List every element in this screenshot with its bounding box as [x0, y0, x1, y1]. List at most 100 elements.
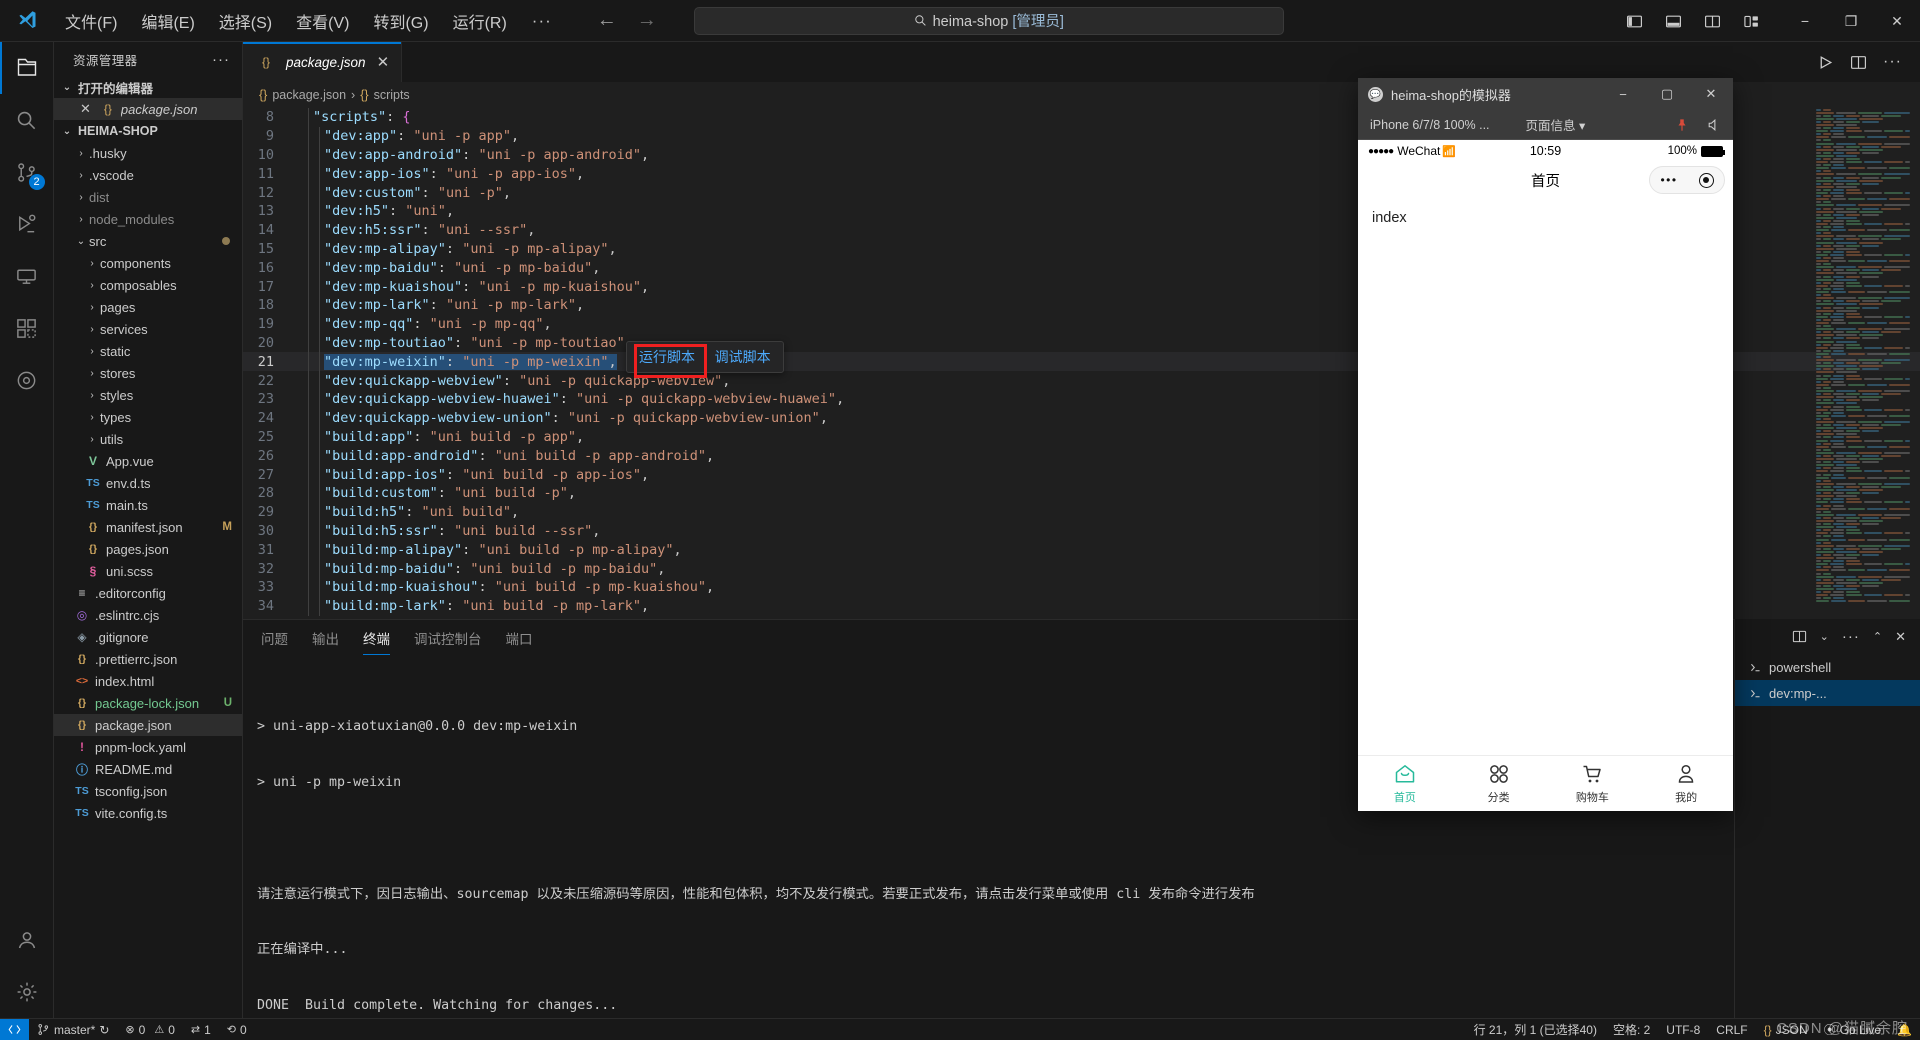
eol-status[interactable]: CRLF — [1708, 1019, 1755, 1040]
chevron-down-icon[interactable]: ⌄ — [1820, 630, 1829, 643]
go-live-status[interactable]: ⦿ Go Live — [1816, 1019, 1889, 1040]
tab-close-icon[interactable]: ✕ — [377, 53, 390, 71]
file-tree-row[interactable]: › styles — [54, 384, 242, 406]
menu-edit[interactable]: 编辑(E) — [130, 5, 205, 37]
indentation-status[interactable]: 空格: 2 — [1605, 1019, 1658, 1040]
settings-gear-icon[interactable] — [0, 966, 54, 1018]
breadcrumb-scripts[interactable]: scripts — [374, 88, 410, 102]
file-tree-row[interactable]: ⓘ README.md — [54, 758, 242, 780]
pin-icon[interactable] — [1675, 118, 1689, 132]
simulator-screen[interactable]: ●●●●● WeChat 📶 10:59 100% 首页 ••• index 首… — [1358, 140, 1733, 811]
file-tree-row[interactable]: › components — [54, 252, 242, 274]
run-icon[interactable] — [1817, 54, 1834, 71]
ports-status[interactable]: ⇄ 1 — [183, 1019, 219, 1040]
file-tree-row[interactable]: › dist — [54, 186, 242, 208]
file-tree-row[interactable]: › services — [54, 318, 242, 340]
problems-status[interactable]: ⊗ 0 ⚠ 0 — [117, 1019, 182, 1040]
file-tree-row[interactable]: TS tsconfig.json — [54, 780, 242, 802]
file-tree-row[interactable]: TS vite.config.ts — [54, 802, 242, 824]
tab-package-json[interactable]: {} package.json ✕ — [243, 42, 403, 82]
file-tree-row[interactable]: › pages — [54, 296, 242, 318]
sidebar-item-extensions[interactable] — [0, 302, 54, 354]
more-icon[interactable]: ··· — [1842, 628, 1860, 645]
tab-output[interactable]: 输出 — [312, 620, 339, 655]
sidebar-item-source-control[interactable]: 2 — [0, 146, 54, 198]
project-section[interactable]: ⌄ HEIMA-SHOP — [54, 120, 242, 142]
maximize-panel-icon[interactable]: ⌃ — [1873, 630, 1882, 643]
cursor-position[interactable]: 行 21，列 1 (已选择40) — [1466, 1019, 1605, 1040]
toggle-primary-sidebar-icon[interactable] — [1619, 7, 1649, 35]
menu-file[interactable]: 文件(F) — [54, 5, 128, 37]
file-tree-row[interactable]: › types — [54, 406, 242, 428]
breadcrumb-file[interactable]: package.json — [272, 88, 346, 102]
sync-icon[interactable]: ↻ — [99, 1023, 109, 1037]
forward-arrow-icon[interactable]: → — [636, 9, 658, 32]
capsule-close-icon[interactable] — [1698, 172, 1714, 188]
file-tree-row[interactable]: TS main.ts — [54, 494, 242, 516]
tab-ports[interactable]: 端口 — [506, 620, 533, 655]
codelens-debug-script[interactable]: 调试脚本 — [715, 347, 771, 367]
simulator-window[interactable]: 💬 heima-shop的模拟器 − ▢ ✕ iPhone 6/7/8 100%… — [1358, 78, 1733, 811]
close-button[interactable]: ✕ — [1874, 0, 1920, 42]
toggle-secondary-sidebar-icon[interactable] — [1697, 7, 1727, 35]
sidebar-item-remote-explorer[interactable] — [0, 250, 54, 302]
tab-terminal[interactable]: 终端 — [363, 620, 390, 655]
tab-debug-console[interactable]: 调试控制台 — [414, 620, 482, 655]
explorer-more-button[interactable]: ··· — [212, 51, 230, 68]
phone-tab-cart[interactable]: 购物车 — [1546, 762, 1640, 805]
file-tree-row[interactable]: {} package-lock.json U — [54, 692, 242, 714]
file-tree-row[interactable]: › utils — [54, 428, 242, 450]
minimap[interactable] — [1810, 108, 1910, 619]
file-tree-row[interactable]: V App.vue — [54, 450, 242, 472]
file-tree-row[interactable]: {} pages.json — [54, 538, 242, 560]
menu-run[interactable]: 运行(R) — [442, 5, 518, 37]
wechat-capsule-button[interactable]: ••• — [1649, 166, 1725, 194]
radio-tower-status[interactable]: ⟲ 0 — [219, 1019, 255, 1040]
sidebar-item-search[interactable] — [0, 94, 54, 146]
file-tree-row[interactable]: ≡ .editorconfig — [54, 582, 242, 604]
sidebar-item-run-debug[interactable] — [0, 198, 54, 250]
file-tree-row[interactable]: ◎ .eslintrc.cjs — [54, 604, 242, 626]
back-arrow-icon[interactable]: ← — [596, 9, 618, 32]
menu-go[interactable]: 转到(G) — [362, 5, 439, 37]
file-tree-row[interactable]: › stores — [54, 362, 242, 384]
simulator-page-info-select[interactable]: 页面信息 ▾ — [1526, 115, 1586, 134]
file-tree-row[interactable]: ! pnpm-lock.yaml — [54, 736, 242, 758]
menu-more-button[interactable]: ··· — [520, 9, 564, 33]
menu-selection[interactable]: 选择(S) — [208, 5, 283, 37]
phone-tab-home[interactable]: 首页 — [1358, 762, 1452, 805]
file-tree-row[interactable]: ⌄ src — [54, 230, 242, 252]
language-status[interactable]: {} JSON — [1756, 1019, 1816, 1040]
sidebar-item-test[interactable] — [0, 354, 54, 406]
notifications-bell[interactable]: 🔔 — [1889, 1019, 1920, 1040]
simulator-device-select[interactable]: iPhone 6/7/8 100% ... — [1370, 118, 1490, 132]
close-icon[interactable]: ✕ — [80, 101, 91, 117]
file-tree-row[interactable]: › static — [54, 340, 242, 362]
simulator-close-button[interactable]: ✕ — [1689, 78, 1733, 110]
more-actions-icon[interactable]: ··· — [1883, 53, 1902, 71]
file-tree-row[interactable]: {} package.json — [54, 714, 242, 736]
file-tree-row[interactable]: <> index.html — [54, 670, 242, 692]
file-tree-row[interactable]: {} .prettierrc.json — [54, 648, 242, 670]
customize-layout-icon[interactable] — [1736, 7, 1766, 35]
file-tree-row[interactable]: ◈ .gitignore — [54, 626, 242, 648]
menu-bar[interactable]: 文件(F) 编辑(E) 选择(S) 查看(V) 转到(G) 运行(R) ··· — [54, 5, 564, 37]
close-panel-icon[interactable]: ✕ — [1895, 629, 1906, 645]
remote-indicator[interactable] — [0, 1018, 29, 1040]
file-tree-row[interactable]: › composables — [54, 274, 242, 296]
git-branch-status[interactable]: master* ↻ — [29, 1019, 117, 1040]
split-editor-icon[interactable] — [1850, 54, 1867, 71]
quick-open-search[interactable]: heima-shop [管理员] — [693, 6, 1284, 35]
file-tree-row[interactable]: › node_modules — [54, 208, 242, 230]
phone-tab-profile[interactable]: 我的 — [1639, 762, 1733, 805]
terminal-entry-dev-mp[interactable]: dev:mp-... — [1735, 680, 1920, 706]
simulator-maximize-button[interactable]: ▢ — [1645, 78, 1689, 110]
file-tree-row[interactable]: {} manifest.json M — [54, 516, 242, 538]
accounts-button[interactable] — [0, 914, 54, 966]
menu-view[interactable]: 查看(V) — [285, 5, 360, 37]
sidebar-item-explorer[interactable] — [0, 42, 54, 94]
file-tree-row[interactable]: § uni.scss — [54, 560, 242, 582]
split-terminal-icon[interactable] — [1792, 629, 1807, 644]
encoding-status[interactable]: UTF-8 — [1658, 1019, 1708, 1040]
open-editors-section[interactable]: ⌄ 打开的编辑器 — [54, 76, 242, 98]
